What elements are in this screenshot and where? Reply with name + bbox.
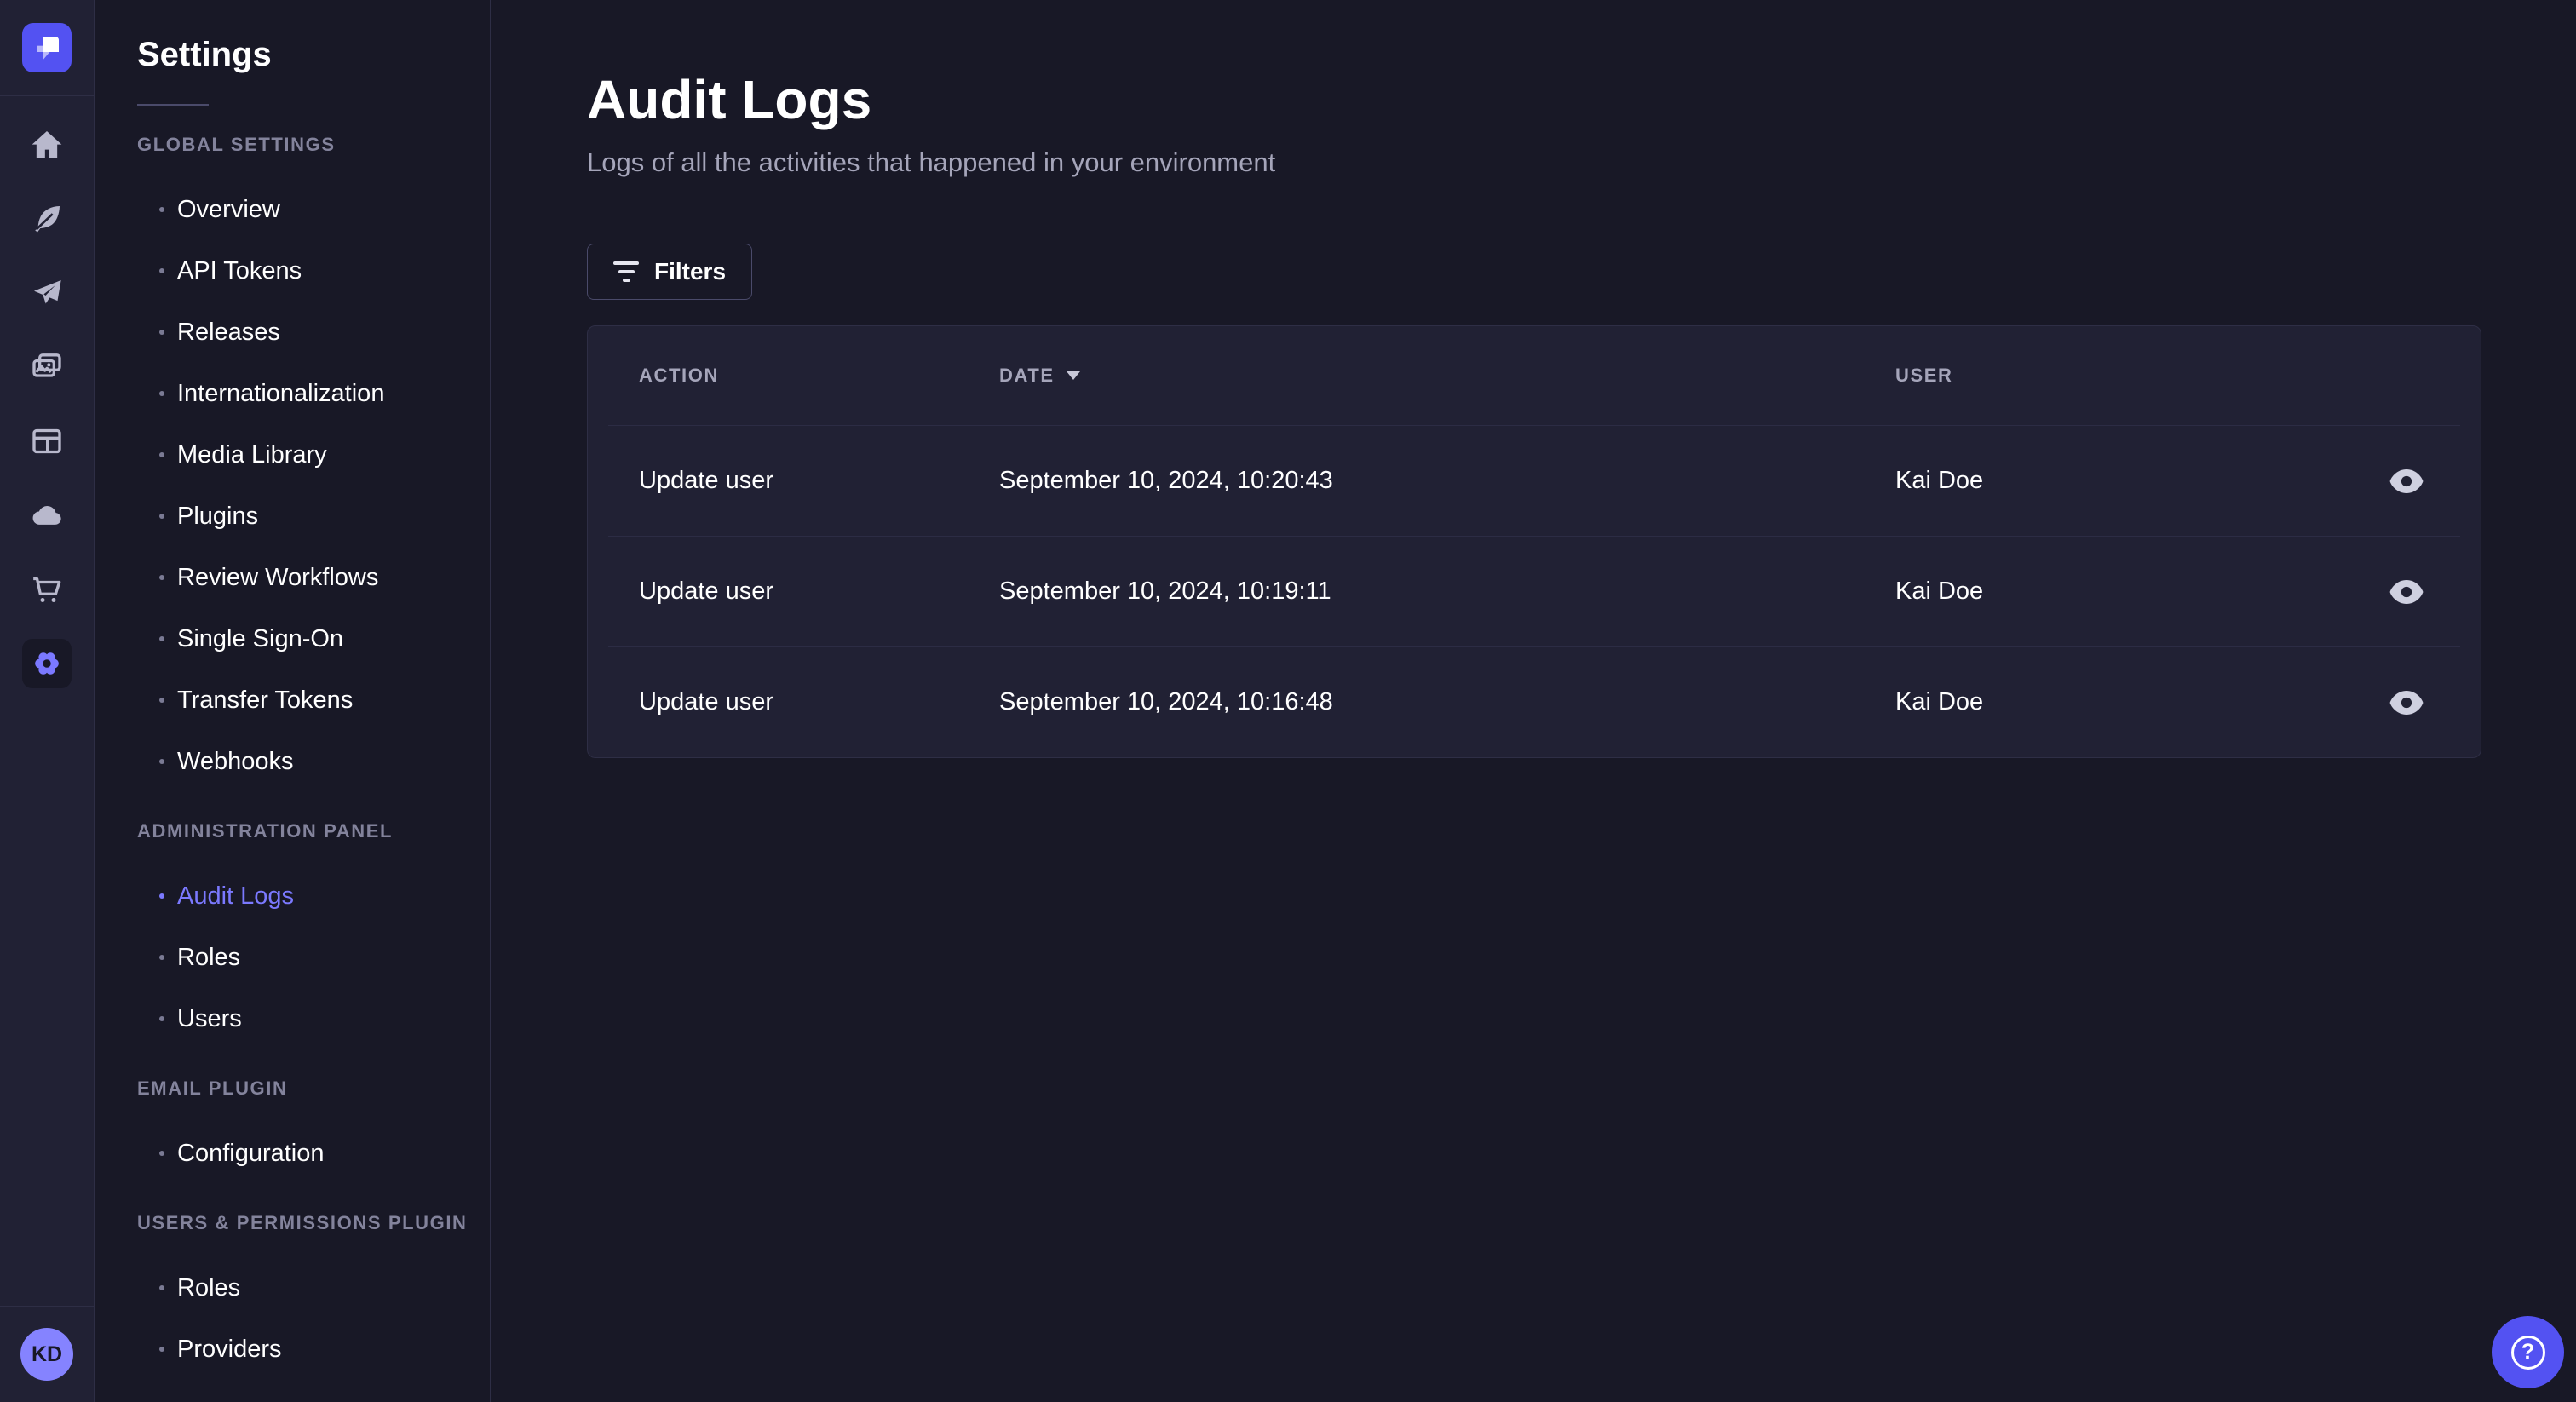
bullet-icon [159,330,164,335]
rail-icon-list [22,120,72,688]
table-row[interactable]: Update user September 10, 2024, 10:19:11… [608,536,2460,646]
main-nav-rail: KD [0,0,95,1402]
column-header-date[interactable]: Date [999,365,1895,387]
sidebar-item-media-library[interactable]: Media Library [137,424,490,486]
bullet-icon [159,1285,164,1290]
bullet-icon [159,698,164,703]
table-row[interactable]: Update user September 10, 2024, 10:20:43… [608,425,2460,536]
gear-icon [35,652,59,675]
cell-action: Update user [639,577,773,605]
bullet-icon [159,759,164,764]
section-global-settings: Global Settings Overview API Tokens Rele… [137,134,490,792]
logo-section [0,0,94,96]
nav-settings[interactable] [22,639,72,688]
sort-desc-icon [1066,371,1080,380]
sidebar-item-webhooks[interactable]: Webhooks [137,731,490,792]
table-row[interactable]: Update user September 10, 2024, 10:16:48… [608,646,2460,757]
cell-user: Kai Doe [1895,577,1984,605]
eye-icon [2389,468,2424,493]
paper-plane-icon [34,280,61,304]
bullet-icon [159,207,164,212]
sidebar-item-single-sign-on[interactable]: Single Sign-On [137,608,490,669]
layout-icon [32,428,61,454]
cart-icon [33,577,61,602]
eye-icon [2389,690,2424,715]
section-email-plugin: Email Plugin Configuration [137,1077,490,1184]
home-icon [32,131,62,158]
sidebar-item-review-workflows[interactable]: Review Workflows [137,547,490,608]
cloud-icon [32,506,61,525]
nav-content-type-builder[interactable] [22,417,72,466]
sidebar-item-providers[interactable]: Providers [137,1319,490,1380]
bullet-icon [159,268,164,273]
cell-action: Update user [639,467,773,494]
bullet-icon [159,514,164,519]
bullet-icon [159,452,164,457]
settings-subnav: Settings Global Settings Overview API To… [95,0,491,1402]
filter-icon [613,261,639,282]
view-details-button[interactable] [2383,684,2429,721]
cell-date: September 10, 2024, 10:16:48 [999,688,1333,715]
sidebar-item-configuration[interactable]: Configuration [137,1123,490,1184]
sidebar-item-users[interactable]: Users [137,988,490,1049]
cell-date: September 10, 2024, 10:20:43 [999,467,1333,494]
filters-button[interactable]: Filters [587,244,753,300]
bullet-icon [159,1151,164,1156]
feather-icon [35,206,60,233]
view-details-button[interactable] [2383,463,2429,500]
cell-date: September 10, 2024, 10:19:11 [999,577,1331,605]
sidebar-item-api-tokens[interactable]: API Tokens [137,240,490,302]
page-subtitle: Logs of all the activities that happened… [587,147,1276,177]
sidebar-item-internationalization[interactable]: Internationalization [137,363,490,424]
column-header-action: Action [639,365,719,386]
section-administration-panel: Administration Panel Audit Logs Roles Us… [137,820,490,1049]
bullet-icon [159,575,164,580]
sidebar-item-up-roles[interactable]: Roles [137,1257,490,1319]
cell-user: Kai Doe [1895,688,1984,715]
bullet-icon [159,636,164,641]
main-content: Audit Logs Logs of all the activities th… [492,0,2576,1402]
sidebar-item-overview[interactable]: Overview [137,179,490,240]
bullet-icon [159,391,164,396]
nav-releases[interactable] [22,268,72,318]
section-label: Users & Permissions plugin [137,1212,468,1233]
sidebar-item-releases[interactable]: Releases [137,302,490,363]
nav-cloud[interactable] [22,491,72,540]
column-header-user: User [1895,365,1953,386]
user-section: KD [0,1306,94,1402]
page-title: Audit Logs [587,69,872,130]
cell-user: Kai Doe [1895,467,1984,494]
nav-marketplace[interactable] [22,565,72,614]
section-label: Email Plugin [137,1077,288,1099]
help-icon: ? [2510,1335,2545,1370]
bullet-icon [159,955,164,960]
sidebar-item-transfer-tokens[interactable]: Transfer Tokens [137,669,490,731]
nav-media-library[interactable] [22,342,72,392]
nav-content[interactable] [22,194,72,244]
view-details-button[interactable] [2383,573,2429,611]
section-users-permissions-plugin: Users & Permissions plugin Roles Provide… [137,1212,490,1380]
pictures-icon [32,353,61,377]
sidebar-item-roles[interactable]: Roles [137,927,490,988]
bullet-icon [159,1347,164,1352]
title-divider [137,104,209,106]
sidebar-item-audit-logs[interactable]: Audit Logs [137,865,490,927]
eye-icon [2389,579,2424,604]
audit-logs-table: Action Date User Update user September 1… [587,325,2481,758]
strapi-logo[interactable] [22,23,72,72]
table-header: Action Date User [588,326,2481,425]
section-label: Administration Panel [137,820,394,842]
nav-home[interactable] [22,120,72,170]
section-label: Global Settings [137,134,336,155]
help-button[interactable]: ? [2492,1316,2564,1388]
user-avatar[interactable]: KD [20,1328,73,1381]
sidebar-item-plugins[interactable]: Plugins [137,486,490,547]
subnav-title: Settings [137,36,272,73]
strapi-logo-icon [37,37,59,60]
bullet-icon [159,1016,164,1021]
bullet-icon [159,893,164,899]
cell-action: Update user [639,688,773,715]
